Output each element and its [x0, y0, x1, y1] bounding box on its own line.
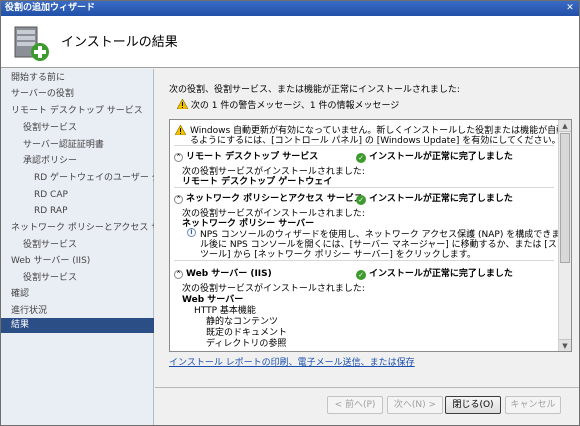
- results-panel: 次の役割、役割サービス、または機能が正常にインストールされました: 次の 1 件…: [155, 69, 579, 387]
- warning-icon: [177, 99, 188, 109]
- nav-item-npas-role-services[interactable]: 役割サービス: [1, 238, 154, 253]
- server-add-icon: [14, 26, 49, 61]
- nav-item-rd-rap[interactable]: RD RAP: [1, 204, 154, 219]
- installed-service: リモート デスクトップ ゲートウェイ: [182, 177, 333, 187]
- section-divider: [174, 145, 554, 146]
- status-text: インストールが正常に完了しました: [369, 152, 513, 162]
- nav-item-before-you-begin[interactable]: 開始する前に: [1, 71, 154, 86]
- close-window-icon[interactable]: ✕: [564, 3, 576, 14]
- results-list: Windows 自動更新が有効になっていません。新しくインストールした役割または…: [169, 119, 572, 352]
- wizard-footer: < 前へ(P) 次へ(N) > 閉じる(O) キャンセル: [155, 387, 579, 425]
- nav-item-network-policy[interactable]: ネットワーク ポリシーとアクセス サービ...: [1, 221, 154, 236]
- warning-summary: 次の 1 件の警告メッセージ、1 件の情報メッセージ: [177, 98, 399, 111]
- back-button[interactable]: < 前へ(P): [327, 396, 383, 414]
- warning-summary-text: 次の 1 件の警告メッセージ、1 件の情報メッセージ: [190, 101, 400, 111]
- status-text: インストールが正常に完了しました: [369, 194, 513, 204]
- results-scrollbar[interactable]: ▲ ▼: [558, 120, 571, 351]
- next-button[interactable]: 次へ(N) >: [387, 396, 443, 414]
- nav-item-remote-desktop[interactable]: リモート デスクトップ サービス: [1, 104, 154, 119]
- collapse-icon[interactable]: ⌃: [174, 153, 183, 162]
- section-title: ネットワーク ポリシーとアクセス サービス: [186, 194, 363, 204]
- section-header-rds[interactable]: ⌃ リモート デスクトップ サービス: [174, 149, 318, 162]
- info-icon: i: [187, 228, 196, 237]
- status-success: ✓ インストールが正常に完了しました: [356, 266, 513, 280]
- status-success: ✓ インストールが正常に完了しました: [356, 149, 513, 163]
- title-bar: 役割の追加ウィザード ✕: [1, 1, 579, 16]
- section-header-iis[interactable]: ⌃ Web サーバー (IIS): [174, 266, 272, 279]
- nav-item-confirmation[interactable]: 確認: [1, 287, 154, 302]
- collapse-icon[interactable]: ⌃: [174, 270, 183, 279]
- success-check-icon: ✓: [356, 195, 366, 205]
- nav-item-server-cert[interactable]: サーバー認証証明書: [1, 138, 154, 153]
- close-button[interactable]: 閉じる(O): [445, 396, 501, 414]
- nav-item-rds-role-services[interactable]: 役割サービス: [1, 121, 154, 136]
- scroll-down-icon[interactable]: ▼: [559, 339, 571, 351]
- nav-item-auth-policy[interactable]: 承認ポリシー: [1, 154, 154, 169]
- wizard-window: 役割の追加ウィザード ✕ インストールの結果 開始する前に サーバーの役割 リモ…: [0, 0, 580, 426]
- cancel-button[interactable]: キャンセル: [505, 396, 561, 414]
- nav-item-web-server[interactable]: Web サーバー (IIS): [1, 254, 154, 269]
- info-message-line: ツール] から [ネットワーク ポリシー サーバー] をクリックします。: [200, 250, 476, 260]
- nav-item-rd-gateway-groups[interactable]: RD ゲートウェイのユーザー グ...: [1, 171, 154, 186]
- report-link[interactable]: インストール レポートの印刷、電子メール送信、または保存: [169, 355, 415, 368]
- section-divider: [174, 260, 554, 261]
- section-title: Web サーバー (IIS): [186, 269, 272, 279]
- wizard-header: インストールの結果: [1, 16, 579, 68]
- wizard-nav: 開始する前に サーバーの役割 リモート デスクトップ サービス 役割サービス サ…: [1, 69, 154, 425]
- section-title: リモート デスクトップ サービス: [186, 152, 319, 162]
- nav-item-iis-role-services[interactable]: 役割サービス: [1, 271, 154, 286]
- status-text: インストールが正常に完了しました: [369, 269, 513, 279]
- success-check-icon: ✓: [356, 270, 366, 280]
- nav-item-server-roles[interactable]: サーバーの役割: [1, 87, 154, 102]
- nav-item-results[interactable]: 結果: [1, 318, 154, 333]
- nav-item-progress[interactable]: 進行状況: [1, 304, 154, 319]
- installed-sub-item: ディレクトリの参照: [206, 339, 287, 349]
- collapse-icon[interactable]: ⌃: [174, 195, 183, 204]
- page-title: インストールの結果: [61, 35, 178, 50]
- window-title: 役割の追加ウィザード: [5, 3, 96, 13]
- scroll-up-icon[interactable]: ▲: [559, 120, 571, 132]
- scroll-thumb[interactable]: [560, 133, 570, 263]
- section-header-npas[interactable]: ⌃ ネットワーク ポリシーとアクセス サービス: [174, 191, 363, 204]
- results-heading: 次の役割、役割サービス、または機能が正常にインストールされました:: [169, 85, 460, 95]
- warning-icon: [175, 125, 186, 135]
- nav-item-rd-cap[interactable]: RD CAP: [1, 188, 154, 203]
- status-success: ✓ インストールが正常に完了しました: [356, 191, 513, 205]
- section-divider: [174, 187, 554, 188]
- success-check-icon: ✓: [356, 153, 366, 163]
